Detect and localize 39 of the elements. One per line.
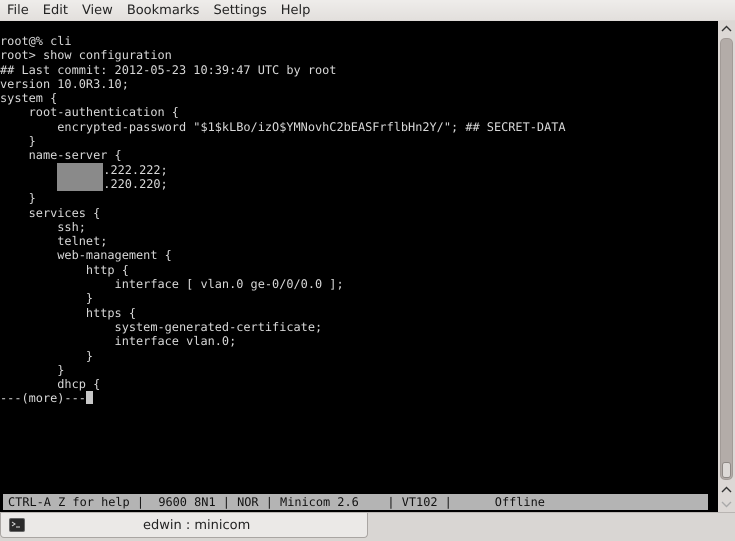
menu-item[interactable]: Bookmarks: [122, 2, 206, 18]
scroll-up-icon[interactable]: [721, 25, 732, 32]
terminal-line: name-server {: [28, 148, 122, 163]
scroll-thumb[interactable]: [722, 462, 731, 478]
terminal-line: version 10.0R3.10;: [0, 76, 129, 92]
menu-item[interactable]: Edit: [38, 2, 74, 18]
terminal-line: interface vlan.0;: [114, 334, 236, 349]
terminal-line: }: [84, 291, 94, 306]
terminal-line: root-authentication {: [28, 105, 179, 120]
menu-item[interactable]: File: [3, 2, 35, 18]
terminal-line: root@% cli: [0, 34, 72, 48]
terminal-line: system {: [0, 91, 58, 106]
terminal-line: ---(more)---: [0, 391, 93, 406]
terminal-line: http {: [84, 262, 129, 278]
terminal-line: telnet;: [56, 234, 108, 248]
terminal-line: }: [28, 191, 36, 206]
terminal-line: ssh;: [56, 220, 86, 234]
terminal-line: .222.222;: [0, 162, 168, 177]
terminal-line: system-generated-certificate;: [114, 320, 322, 334]
terminal-line: root> show configuration: [0, 48, 172, 63]
terminal-line: }: [28, 134, 36, 148]
scroll-down-icon[interactable]: [721, 501, 732, 508]
menu-item[interactable]: Help: [276, 2, 316, 18]
terminal-line: ## Last commit: 2012-05-23 10:39:47 UTC by root: [0, 62, 336, 77]
scroll-up-icon[interactable]: [721, 486, 732, 493]
terminal-icon: [9, 518, 25, 532]
terminal-line: dhcp {: [56, 377, 100, 392]
terminal-line: web-management {: [56, 248, 172, 263]
terminal-line: }: [84, 348, 94, 363]
menu-item[interactable]: View: [78, 2, 119, 18]
terminal-line: }: [56, 362, 64, 378]
terminal-line: https {: [84, 306, 136, 320]
terminal-line: interface [ vlan.0 ge-0/0/0.0 ];: [114, 277, 344, 292]
menu-item[interactable]: Settings: [209, 2, 273, 18]
terminal-line: encrypted-password "$1$kLBo/izO$YMNovhC2bEASFrflbHn2Y/"; ## SECRET-DATA: [56, 120, 566, 134]
terminal-line: .220.220;: [0, 176, 168, 192]
terminal-line: services {: [28, 206, 100, 220]
status-bar: CTRL-A Z for help | 9600 8N1 | NOR | Minicom 2.6 | VT102 | Offline: [3, 494, 708, 510]
session-tab[interactable]: edwin : minicom: [0, 513, 368, 538]
